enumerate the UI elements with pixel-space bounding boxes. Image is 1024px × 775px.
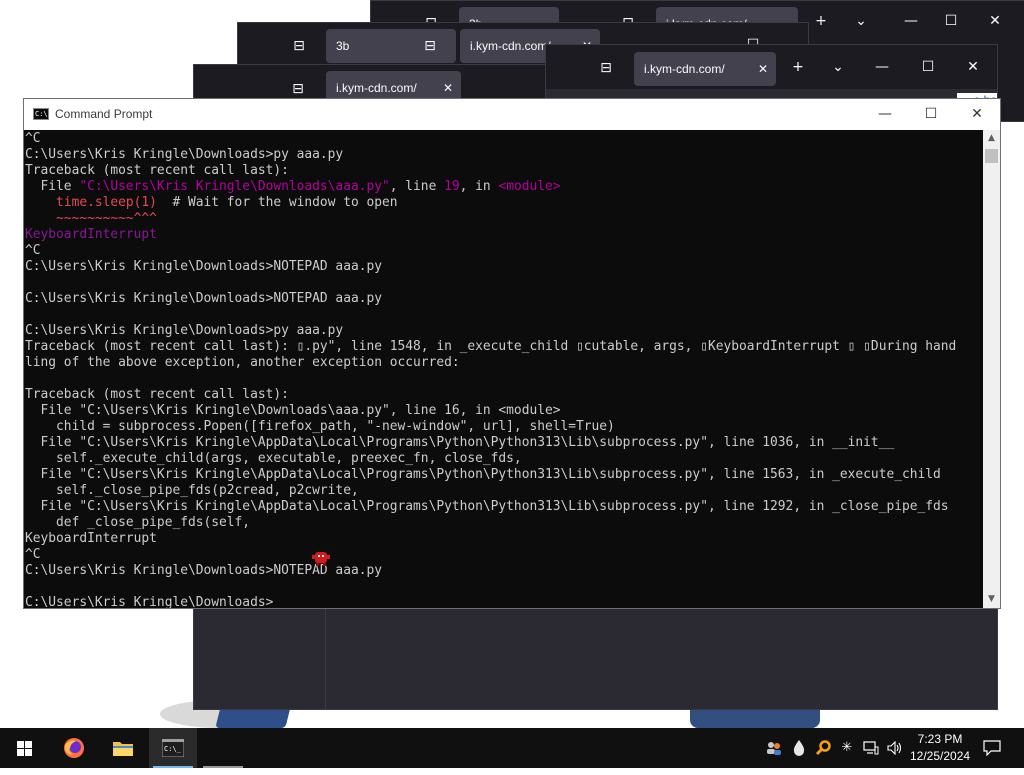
command-prompt-window[interactable]: C:\ Command Prompt — ☐ ✕ ^C C:\Users\Kris… [23,98,1001,609]
plus-icon[interactable]: + [788,57,808,77]
console-line: C:\Users\Kris Kringle\Downloads>NOTEPAD … [25,259,382,274]
console-text-segment: , line [389,179,445,194]
console-line: File "C:\Users\Kris Kringle\AppData\Loca… [25,435,895,450]
taskbar: C:\_ ✳ 7:23 PM 12/25/2024 [0,728,1024,768]
tab-manager-icon[interactable]: ⊟ [289,36,309,56]
water-drop-icon[interactable] [789,728,809,768]
console-text-segment: File [25,179,80,194]
snowflake-icon[interactable]: ✳ [837,728,857,768]
search-magnifier-icon[interactable] [813,728,833,768]
console-text-segment [25,195,56,210]
tab-manager-icon[interactable]: ⊟ [420,36,440,56]
scroll-up-icon[interactable]: ▲ [983,130,1000,147]
console-text-segment: <module> [498,179,561,194]
console-line: KeyboardInterrupt [25,531,157,546]
command-prompt-icon[interactable]: C:\_ [149,728,197,768]
network-icon[interactable] [861,728,881,768]
plus-icon[interactable]: + [811,11,831,31]
vertical-scrollbar[interactable]: ▲ ▼ [983,130,1000,608]
browser-content [326,609,997,709]
console-text-segment: , in [459,179,499,194]
console-line: C:\Users\Kris Kringle\Downloads>NOTEPAD … [25,291,382,306]
console-line: def _close_pipe_fds(self, [25,515,251,530]
people-icon[interactable] [764,728,784,768]
console-icon: C:\ [33,108,49,120]
console-line: File "C:\Users\Kris Kringle\Downloads\aa… [25,403,561,418]
file-explorer-icon[interactable] [99,728,147,768]
clock-date: 12/25/2024 [910,749,971,763]
console-line: ^C [25,131,41,146]
console-line: C:\Users\Kris Kringle\Downloads>NOTEPAD … [25,563,382,578]
console-line: Traceback (most recent call last): [25,163,289,178]
browser-tab[interactable]: i.kym-cdn.com/✕ [634,52,776,86]
window-title: Command Prompt [55,107,153,121]
minimize-icon[interactable]: — [901,11,921,31]
console-line: Traceback (most recent call last): ▯.py"… [25,339,957,354]
console-text-segment: ~~~~~~~~~~^^^ [56,211,157,226]
notification-center-icon[interactable] [978,728,1006,768]
console-line: KeyboardInterrupt [24,227,983,243]
minimize-icon[interactable]: — [872,57,892,77]
close-icon[interactable]: ✕ [963,57,983,77]
tab-manager-icon[interactable]: ⊟ [288,79,308,99]
close-button[interactable]: ✕ [954,99,1000,130]
console-line: C:\Users\Kris Kringle\Downloads> [25,595,274,608]
console-text-segment: KeyboardInterrupt [25,227,157,242]
console-line: C:\Users\Kris Kringle\Downloads>py aaa.p… [25,147,344,162]
chevron-down-icon[interactable]: ⌄ [851,11,871,31]
console-line: ling of the above exception, another exc… [25,355,460,370]
console-text-segment [25,211,56,226]
start-icon[interactable] [0,728,48,768]
minimize-button[interactable]: — [862,99,908,130]
console-line: C:\Users\Kris Kringle\Downloads>py aaa.p… [25,323,344,338]
console-line: ~~~~~~~~~~^^^ [24,211,983,227]
maximize-button[interactable]: ☐ [908,99,954,130]
console-line: Traceback (most recent call last): [25,387,289,402]
console-text-segment: "C:\Users\Kris Kringle\Downloads\aaa.py" [79,179,390,194]
console-line: ^C [25,547,41,562]
scroll-thumb[interactable] [985,149,998,163]
console-text-segment: time.sleep(1) [56,195,157,210]
tab-manager-icon[interactable]: ⊟ [596,58,616,78]
volume-icon[interactable] [885,728,905,768]
console-line: File "C:\Users\Kris Kringle\AppData\Loca… [25,467,941,482]
red-sprite-icon [312,552,330,566]
console-line: child = subprocess.Popen([firefox_path, … [25,419,615,434]
extra-app-icon[interactable] [199,728,247,768]
close-icon[interactable]: ✕ [985,11,1005,31]
console-text-segment: # Wait for the window to open [156,195,398,210]
console-line: ^C [25,243,41,258]
console-line: time.sleep(1) # Wait for the window to o… [24,195,983,211]
console-output[interactable]: ^C C:\Users\Kris Kringle\Downloads>py aaa… [24,130,983,608]
title-bar[interactable]: C:\ Command Prompt — ☐ ✕ [24,99,1000,130]
clock-time: 7:23 PM [917,732,963,746]
firefox-icon[interactable] [50,728,98,768]
console-line: File "C:\Users\Kris Kringle\AppData\Loca… [25,499,949,514]
scroll-down-icon[interactable]: ▼ [983,591,1000,608]
console-line: self._close_pipe_fds(p2cread, p2cwrite, [25,483,359,498]
console-text-segment: 19 [444,179,460,194]
chevron-down-icon[interactable]: ⌄ [828,57,848,77]
clock[interactable]: 7:23 PM 12/25/2024 [910,731,970,765]
tab-close-icon[interactable]: ✕ [758,52,768,86]
maximize-icon[interactable]: ☐ [918,57,938,77]
firefox-window-bottom[interactable] [325,608,998,710]
svg-text:C:\_: C:\_ [164,745,182,753]
console-line: File "C:\Users\Kris Kringle\Downloads\aa… [24,179,983,195]
maximize-icon[interactable]: ☐ [941,11,961,31]
console-line: self._execute_child(args, executable, pr… [25,451,522,466]
